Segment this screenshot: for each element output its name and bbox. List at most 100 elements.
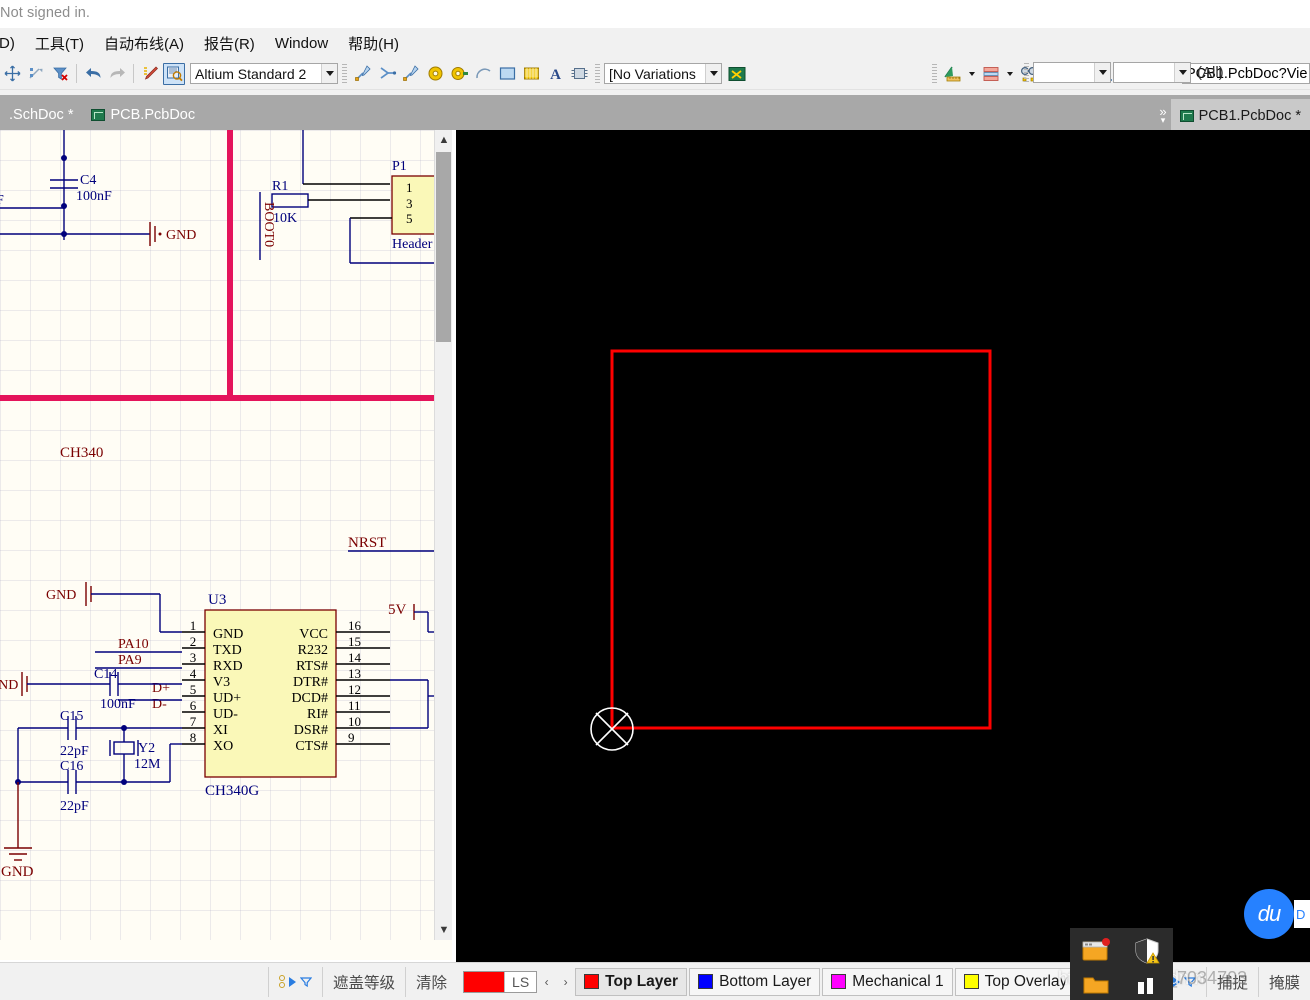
redo-icon[interactable]	[106, 63, 128, 85]
move-cursor-icon[interactable]	[1, 63, 23, 85]
layer-tab-top-layer[interactable]: Top Layer	[575, 967, 688, 996]
system-tray-popup[interactable]	[1070, 928, 1173, 1000]
svg-text:11: 11	[348, 698, 361, 713]
tab-overflow-caret-icon: ▾	[1160, 115, 1166, 125]
tab-pcbdoc-label: PCB.PcbDoc	[110, 106, 196, 123]
svg-text:V3: V3	[213, 675, 230, 690]
svg-text:10: 10	[348, 714, 361, 729]
layer-selector-color-swatch[interactable]	[464, 971, 505, 992]
svg-text:2: 2	[190, 634, 197, 649]
inspector-icon[interactable]	[163, 62, 185, 85]
design-style-caret-icon[interactable]	[321, 64, 337, 83]
place-via-icon[interactable]	[448, 63, 470, 85]
menu-item-reports[interactable]: 报告(R)	[194, 31, 265, 56]
svg-text:XI: XI	[213, 723, 228, 738]
layer-next-icon[interactable]: ›	[556, 970, 575, 994]
baidu-logo-icon[interactable]: du	[1244, 889, 1294, 939]
design-style-combo[interactable]: Altium Standard 2	[190, 63, 338, 84]
svg-text:8: 8	[190, 730, 197, 745]
place-track-icon[interactable]	[352, 63, 374, 85]
tray-chart-icon[interactable]	[1121, 968, 1172, 1000]
svg-text:A: A	[550, 67, 561, 83]
layer-prev-icon[interactable]: ‹	[537, 970, 556, 994]
place-pad-icon[interactable]	[424, 63, 446, 85]
baidu-badge-tail: D	[1294, 900, 1310, 928]
board-outline-rect	[610, 349, 992, 730]
status-empty-left	[0, 967, 268, 997]
menu-item-design[interactable]: (D)	[0, 33, 25, 54]
measure-icon[interactable]	[942, 63, 964, 85]
tab-schdoc[interactable]: .SchDoc *	[0, 99, 82, 130]
tray-security-shield-icon[interactable]	[1121, 934, 1172, 968]
place-polygon-icon[interactable]	[520, 63, 542, 85]
layer-tab-mechanical-1[interactable]: Mechanical 1	[822, 967, 953, 996]
tray-app-window-icon[interactable]	[1070, 934, 1121, 968]
tab-pcbdoc[interactable]: PCB.PcbDoc	[82, 99, 204, 130]
p1-pin-3: 3	[406, 196, 413, 211]
tab-pcb1doc-label: PCB1.PcbDoc *	[1198, 107, 1301, 124]
place-component-icon[interactable]	[568, 63, 590, 85]
toolbar-grip-3[interactable]	[932, 63, 937, 84]
menu-item-tools[interactable]: 工具(T)	[25, 31, 94, 56]
c15-value: 22pF	[60, 744, 89, 759]
tray-folder-icon[interactable]	[1070, 968, 1121, 1000]
schematic-vertical-scrollbar[interactable]: ▲ ▼	[434, 130, 452, 940]
variations-combo[interactable]: [No Variations	[604, 63, 722, 84]
filter-row: (All)	[1020, 62, 1224, 83]
layer-tab-top-overlay[interactable]: Top Overlay	[954, 967, 1077, 996]
svg-text:16: 16	[348, 618, 362, 633]
clear-filter-icon[interactable]	[49, 63, 71, 85]
mask-level-icon[interactable]	[279, 975, 312, 988]
schematic-canvas[interactable]: C4 100nF F GND R1 10K BOOT0	[0, 130, 434, 940]
mask-button[interactable]: 掩膜	[1257, 966, 1310, 997]
scroll-up-icon[interactable]: ▲	[435, 130, 452, 150]
p1-footprint: Header	[392, 237, 433, 252]
schematic-vscroll-thumb[interactable]	[436, 152, 451, 342]
pcb-document-icon	[91, 108, 106, 121]
design-style-value: Altium Standard 2	[195, 65, 307, 82]
filter-net-combo[interactable]	[1113, 62, 1191, 83]
tab-pcb1doc[interactable]: PCB1.PcbDoc *	[1170, 99, 1310, 130]
layer-tab-top-layer-label: Top Layer	[605, 972, 679, 990]
layer-tab-bottom-layer[interactable]: Bottom Layer	[689, 967, 821, 996]
c16-value: 22pF	[60, 799, 89, 814]
toolbar-grip-2[interactable]	[595, 63, 600, 84]
place-string-icon[interactable]: A	[544, 63, 566, 85]
snap-button[interactable]: 捕捉	[1205, 966, 1258, 997]
place-arc-icon[interactable]	[376, 63, 398, 85]
pcb-canvas[interactable]	[456, 130, 1310, 962]
svg-text:R232: R232	[298, 643, 328, 658]
c14-value: 100nF	[100, 697, 136, 712]
filter-grip[interactable]	[1024, 62, 1029, 83]
layer-stack-icon[interactable]	[980, 63, 1002, 85]
cross-select-icon[interactable]	[25, 63, 47, 85]
place-line-icon[interactable]	[400, 63, 422, 85]
variations-caret-icon[interactable]	[705, 64, 721, 83]
edit-pencil-icon[interactable]	[139, 63, 161, 85]
u3-designator: U3	[208, 592, 226, 608]
svg-text:7: 7	[190, 714, 197, 729]
svg-text:13: 13	[348, 666, 361, 681]
bottom-layer-color-chip	[698, 974, 714, 989]
menu-item-autoroute[interactable]: 自动布线(A)	[94, 31, 194, 56]
schematic-panel[interactable]: C4 100nF F GND R1 10K BOOT0	[0, 130, 452, 960]
measure-caret-icon[interactable]	[969, 71, 975, 76]
filter-net-caret-icon[interactable]	[1174, 63, 1190, 82]
mask-level-button[interactable]: 遮盖等级	[322, 966, 405, 997]
menu-item-help[interactable]: 帮助(H)	[338, 31, 409, 56]
variant-manager-icon[interactable]	[726, 63, 748, 85]
toolbar-grip-1[interactable]	[342, 63, 347, 84]
layer-selector[interactable]: LS	[463, 970, 538, 993]
undo-icon[interactable]	[82, 63, 104, 85]
tab-overflow-button[interactable]: » ▾	[1159, 105, 1166, 130]
svg-text:UD-: UD-	[213, 707, 238, 722]
mask-level-icon-cell[interactable]	[268, 966, 322, 997]
toolbar-separator-1	[76, 64, 77, 83]
filter-scope-combo[interactable]	[1033, 62, 1111, 83]
place-fill-icon[interactable]	[496, 63, 518, 85]
menu-item-window[interactable]: Window	[265, 33, 338, 54]
place-arc-center-icon[interactable]	[472, 63, 494, 85]
clear-button[interactable]: 清除	[405, 966, 457, 997]
scroll-down-icon[interactable]: ▼	[435, 920, 452, 940]
filter-scope-caret-icon[interactable]	[1094, 63, 1110, 82]
